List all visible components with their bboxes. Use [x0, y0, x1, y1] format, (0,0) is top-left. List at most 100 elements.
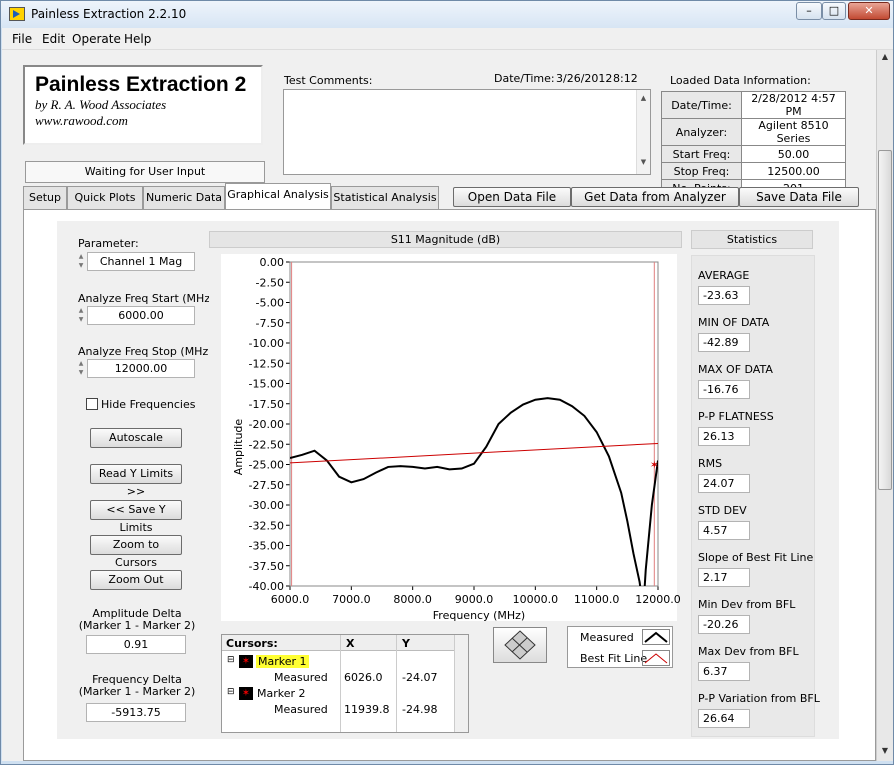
freq-stop-input[interactable]: 12000.00	[87, 359, 195, 378]
stat-label: Max Dev from BFL	[698, 645, 799, 658]
autoscale-button[interactable]: Autoscale	[90, 428, 182, 448]
freq-delta-value: -5913.75	[86, 703, 186, 722]
loaded-info-table: Date/Time: 2/28/2012 4:57 PM Analyzer: Agi…	[661, 91, 846, 197]
zoom-out-button[interactable]: Zoom Out	[90, 570, 182, 590]
stat-value: 6.37	[698, 662, 750, 681]
parameter-select[interactable]: Channel 1 Mag	[87, 252, 195, 271]
amp-delta-sublabel: (Marker 1 - Marker 2)	[78, 619, 196, 632]
stat-value: 24.07	[698, 474, 750, 493]
x-tick-label: 7000.0	[332, 593, 371, 606]
stat-value: 2.17	[698, 568, 750, 587]
x-tick-label: 9000.0	[455, 593, 494, 606]
tab-graphical-analysis[interactable]: Graphical Analysis	[225, 183, 331, 210]
stat-value: 4.57	[698, 521, 750, 540]
marker-2-trace: Measured	[274, 703, 328, 716]
minimize-button[interactable]: –	[796, 2, 822, 20]
datetime-date: 3/26/2012	[556, 72, 613, 85]
menu-file[interactable]: File	[12, 32, 32, 46]
hide-frequencies-label: Hide Frequencies	[101, 398, 196, 411]
vertical-scrollbar[interactable]: ▲ ▼	[876, 50, 893, 761]
scroll-thumb[interactable]	[878, 150, 892, 490]
status-indicator: Waiting for User Input	[25, 161, 265, 183]
stat-value: -16.76	[698, 380, 750, 399]
tab-statistical-analysis[interactable]: Statistical Analysis	[331, 186, 439, 209]
stat-label: P-P FLATNESS	[698, 410, 774, 423]
cursor-header-x: X	[346, 637, 355, 650]
y-tick-label: -10.00	[249, 337, 284, 350]
info-value: 2/28/2012 4:57 PM	[741, 91, 846, 119]
marker-2-point-icon: ✶	[650, 458, 659, 471]
marker-1-name[interactable]: Marker 1	[256, 655, 309, 668]
stat-label: MAX OF DATA	[698, 363, 773, 376]
open-data-file-button[interactable]: Open Data File	[453, 187, 571, 207]
freq-start-label: Analyze Freq Start (MHz)	[78, 292, 215, 305]
y-tick-label: -2.50	[256, 276, 284, 289]
hide-frequencies-checkbox[interactable]	[86, 398, 98, 410]
scroll-up-icon[interactable]: ▲	[637, 94, 650, 102]
cursor-scrollbar[interactable]	[454, 635, 468, 732]
x-axis-label: Frequency (MHz)	[433, 609, 525, 622]
plot-legend: Measured Best Fit Line	[567, 626, 673, 668]
y-tick-label: -30.00	[249, 499, 284, 512]
marker-2-name[interactable]: Marker 2	[257, 687, 306, 700]
save-y-limits-button[interactable]: << Save Y Limits	[90, 500, 182, 534]
menu-operate[interactable]: Operate	[72, 32, 121, 46]
read-y-limits-button[interactable]: Read Y Limits >>	[90, 464, 182, 498]
freq-stop-spinner[interactable]: ▲ ▼	[76, 359, 86, 378]
x-tick-label: 10000.0	[513, 593, 559, 606]
cursor-move-pad[interactable]	[493, 627, 547, 663]
scroll-up-icon[interactable]: ▲	[879, 52, 891, 64]
info-value: 50.00	[741, 145, 846, 163]
menu-help[interactable]: Help	[124, 32, 151, 46]
tab-quick-plots[interactable]: Quick Plots	[67, 186, 143, 209]
get-data-analyzer-button[interactable]: Get Data from Analyzer	[571, 187, 739, 207]
save-data-file-button[interactable]: Save Data File	[739, 187, 859, 207]
stat-label: STD DEV	[698, 504, 747, 517]
app-window: Painless Extraction 2.2.10 – □ ✕ File Ed…	[0, 0, 894, 765]
info-value: 12500.00	[741, 162, 846, 180]
chart-title: S11 Magnitude (dB)	[209, 231, 682, 248]
logo-panel: Painless Extraction 2 by R. A. Wood Asso…	[23, 65, 263, 145]
chart-svg[interactable]: 0.00 -2.50 -5.00 -7.50 -10.00 -12.50 -15.00 -17…	[209, 249, 682, 624]
menu-edit[interactable]: Edit	[42, 32, 65, 46]
app-icon	[9, 7, 25, 21]
logo-title: Painless Extraction 2	[35, 73, 247, 96]
y-tick-label: -20.00	[249, 418, 284, 431]
parameter-spinner[interactable]: ▲ ▼	[76, 252, 86, 271]
stat-label: P-P Variation from BFL	[698, 692, 820, 705]
freq-start-spinner[interactable]: ▲ ▼	[76, 306, 86, 325]
scroll-down-icon[interactable]: ▼	[637, 158, 650, 166]
statistics-title: Statistics	[691, 230, 813, 249]
marker-1-y: -24.07	[402, 671, 438, 684]
title-bar: Painless Extraction 2.2.10 – □ ✕	[1, 1, 893, 28]
legend-bfl-swatch	[642, 650, 670, 666]
freq-start-input[interactable]: 6000.00	[87, 306, 195, 325]
y-tick-label: -25.00	[249, 459, 284, 472]
legend-bfl-label: Best Fit Line	[580, 652, 648, 665]
scroll-down-icon[interactable]: ▼	[879, 746, 891, 758]
y-tick-label: -22.50	[249, 438, 284, 451]
stat-label: MIN OF DATA	[698, 316, 770, 329]
tab-setup[interactable]: Setup	[23, 186, 67, 209]
zoom-to-cursors-button[interactable]: Zoom to Cursors	[90, 535, 182, 569]
freq-stop-label: Analyze Freq Stop (MHz)	[78, 345, 213, 358]
info-key: Stop Freq:	[661, 162, 742, 180]
y-tick-label: -17.50	[249, 398, 284, 411]
close-button[interactable]: ✕	[848, 2, 890, 20]
legend-measured-label: Measured	[580, 631, 634, 644]
datetime-time: 8:12	[613, 72, 638, 85]
marker-2-x: 11939.8	[344, 703, 390, 716]
cursor-table[interactable]: Cursors: X Y ⊟ ✶ Marker 1 Measured 6026.…	[221, 634, 469, 733]
info-key: Date/Time:	[661, 91, 742, 119]
collapse-icon[interactable]: ⊟	[227, 655, 235, 665]
window-title: Painless Extraction 2.2.10	[31, 7, 187, 21]
datetime-label: Date/Time:	[494, 72, 555, 85]
tab-numeric-data[interactable]: Numeric Data	[143, 186, 225, 209]
marker-1-trace: Measured	[274, 671, 328, 684]
comments-scrollbar[interactable]: ▲ ▼	[636, 90, 650, 174]
collapse-icon[interactable]: ⊟	[227, 687, 235, 697]
test-comments-textarea[interactable]: ▲ ▼	[283, 89, 651, 175]
maximize-button[interactable]: □	[822, 2, 846, 20]
stat-label: RMS	[698, 457, 723, 470]
y-tick-label: -35.00	[249, 540, 284, 553]
